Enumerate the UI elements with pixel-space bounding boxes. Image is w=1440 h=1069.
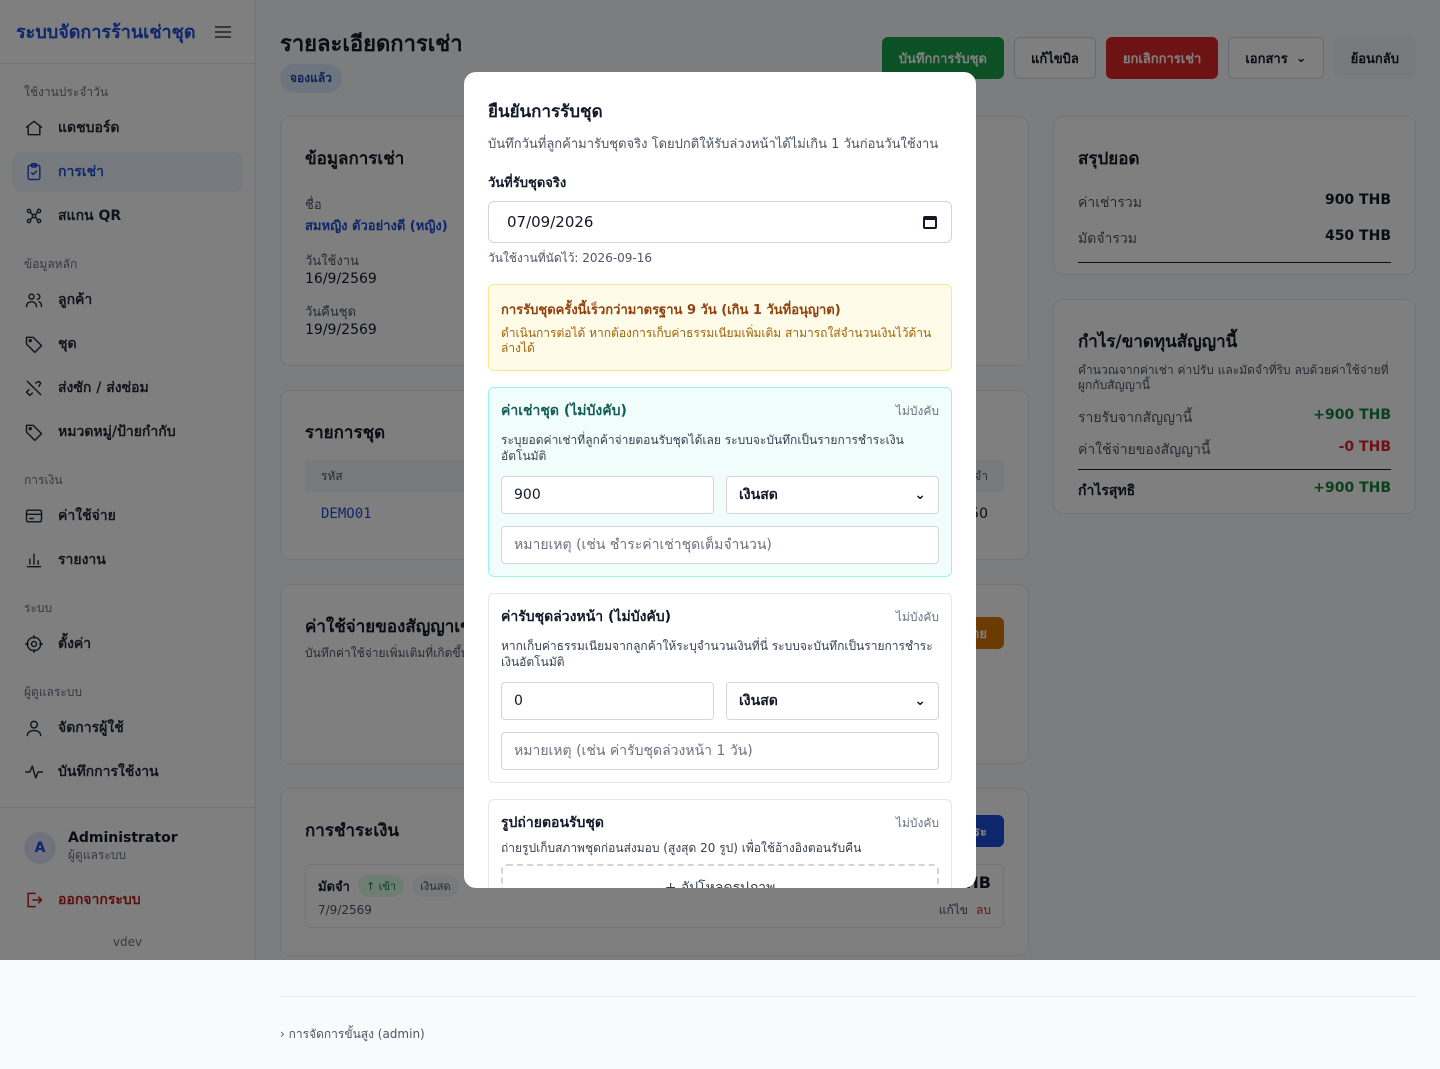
photos-desc: ถ่ายรูปเก็บสภาพชุดก่อนส่งมอบ (สูงสุด 20 … <box>501 841 862 855</box>
chevron-down-icon: ⌄ <box>914 693 926 709</box>
early-fee-title: ค่ารับชุดล่วงหน้า (ไม่บังคับ) <box>501 609 672 625</box>
pickup-date-hint: วันใช้งานที่นัดไว้: 2026-09-16 <box>488 251 653 265</box>
modal-subtitle: บันทึกวันที่ลูกค้ามารับชุดจริง โดยปกติให… <box>488 137 939 152</box>
confirm-pickup-modal: ยืนยันการรับชุด บันทึกวันที่ลูกค้ามารับช… <box>464 72 976 888</box>
admin-advanced-toggle[interactable]: › การจัดการขั้นสูง (admin) <box>280 996 1416 1044</box>
rent-fee-optional: ไม่บังคับ <box>895 403 939 418</box>
rent-method-value: เงินสด <box>739 487 778 503</box>
photos-optional: ไม่บังคับ <box>895 815 939 830</box>
modal-title: ยืนยันการรับชุด <box>488 102 603 122</box>
early-amount-value: 0 <box>514 693 523 709</box>
rent-note-input[interactable]: หมายเหตุ (เช่น ชำระค่าเช่าชุดเต็มจำนวน) <box>501 526 939 564</box>
early-fee-desc: หากเก็บค่าธรรมเนียมจากลูกค้าให้ระบุจำนวน… <box>501 639 933 669</box>
early-fee-optional: ไม่บังคับ <box>895 609 939 624</box>
upload-photo-button[interactable]: + อัปโหลดรูปภาพ <box>501 864 939 888</box>
pickup-date-input[interactable]: 07/09/2026 <box>488 201 952 243</box>
rent-method-select[interactable]: เงินสด ⌄ <box>726 476 939 514</box>
early-method-value: เงินสด <box>739 693 778 709</box>
early-method-select[interactable]: เงินสด ⌄ <box>726 682 939 720</box>
pickup-date-label: วันที่รับชุดจริง <box>488 176 567 191</box>
rent-fee-desc: ระบุยอดค่าเช่าที่ลูกค้าจ่ายตอนรับชุดได้เ… <box>501 433 904 463</box>
early-amount-input[interactable]: 0 <box>501 682 714 720</box>
chevron-down-icon: ⌄ <box>914 487 926 503</box>
early-fee-section: ค่ารับชุดล่วงหน้า (ไม่บังคับ) ไม่บังคับ … <box>488 593 952 783</box>
calendar-icon[interactable] <box>923 215 937 229</box>
rent-amount-input[interactable]: 900 <box>501 476 714 514</box>
rent-fee-title: ค่าเช่าชุด (ไม่บังคับ) <box>501 403 627 419</box>
rent-amount-value: 900 <box>514 487 541 503</box>
chevron-right-icon: › <box>280 1027 285 1041</box>
rent-fee-section: ค่าเช่าชุด (ไม่บังคับ) ไม่บังคับ ระบุยอด… <box>488 387 952 577</box>
warning-desc: ดำเนินการต่อได้ หากต้องการเก็บค่าธรรมเนี… <box>501 326 932 355</box>
early-pickup-warning: การรับชุดครั้งนี้เร็วกว่ามาตรฐาน 9 วัน (… <box>488 284 952 371</box>
early-note-input[interactable]: หมายเหตุ (เช่น ค่ารับชุดล่วงหน้า 1 วัน) <box>501 732 939 770</box>
pickup-date-value: 07/09/2026 <box>507 213 594 231</box>
photos-title: รูปถ่ายตอนรับชุด <box>501 815 605 831</box>
warning-title: การรับชุดครั้งนี้เร็วกว่ามาตรฐาน 9 วัน (… <box>501 303 841 318</box>
pickup-photos-section: รูปถ่ายตอนรับชุด ไม่บังคับ ถ่ายรูปเก็บสภ… <box>488 799 952 888</box>
admin-advanced-label: การจัดการขั้นสูง (admin) <box>288 1027 425 1041</box>
